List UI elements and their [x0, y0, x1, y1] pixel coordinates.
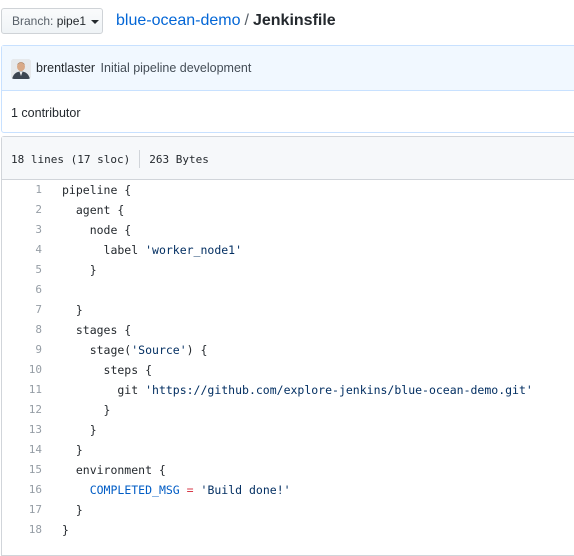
line-content: node { [62, 223, 132, 237]
code-line: 8 stages { [2, 320, 574, 340]
breadcrumb: blue-ocean-demo / Jenkinsfile [116, 10, 336, 32]
code-line: 13 } [2, 420, 574, 440]
file-info: 18 lines (17 sloc) 263 Bytes [11, 150, 209, 169]
line-number[interactable]: 1 [2, 180, 42, 200]
line-number[interactable]: 5 [2, 260, 42, 280]
file-size: 263 Bytes [149, 153, 209, 166]
code-line: 4 label 'worker_node1' [2, 240, 574, 260]
code-line: 14 } [2, 440, 574, 460]
code-line: 6 [2, 280, 574, 300]
code-blob: 1 pipeline {2 agent {3 node {4 label 'wor… [2, 180, 574, 540]
code-line: 7 } [2, 300, 574, 320]
contributors-row: 1 contributor [2, 91, 574, 134]
contributors-count[interactable]: 1 contributor [11, 105, 80, 121]
line-number[interactable]: 10 [2, 360, 42, 380]
file-viewer: 18 lines (17 sloc) 263 Bytes 1 pipeline { 2… [1, 136, 574, 556]
line-number[interactable]: 8 [2, 320, 42, 340]
code-line: 3 node { [2, 220, 574, 240]
line-number[interactable]: 3 [2, 220, 42, 240]
breadcrumb-separator: / [244, 12, 249, 29]
code-line: 17 } [2, 500, 574, 520]
commit-summary: brentlaster Initial pipeline development [36, 60, 251, 76]
line-content: environment { [62, 463, 166, 477]
commit-tease: brentlaster Initial pipeline development… [1, 45, 574, 133]
line-number[interactable]: 13 [2, 420, 42, 440]
code-line: 16 COMPLETED_MSG = 'Build done!' [2, 480, 574, 500]
code-line: 9 stage('Source') { [2, 340, 574, 360]
line-content: pipeline { [62, 183, 132, 197]
line-content: steps { [62, 363, 153, 377]
line-content: } [62, 523, 69, 537]
code-line: 2 agent { [2, 200, 574, 220]
code-line: 15 environment { [2, 460, 574, 480]
code-line: 18} [2, 520, 574, 540]
line-content: agent { [62, 203, 125, 217]
code-line: 10 steps { [2, 360, 574, 380]
line-content: stages { [62, 323, 132, 337]
line-number[interactable]: 4 [2, 240, 42, 260]
line-number[interactable]: 15 [2, 460, 42, 480]
line-content: } [62, 503, 83, 517]
line-content: } [62, 263, 97, 277]
code-line: 5 } [2, 260, 574, 280]
line-number[interactable]: 2 [2, 200, 42, 220]
code-line: 1 pipeline { [2, 180, 574, 200]
line-content: } [62, 423, 97, 437]
line-content: } [62, 443, 83, 457]
latest-commit: brentlaster Initial pipeline development [2, 46, 574, 91]
line-content: COMPLETED_MSG = 'Build done!' [89, 483, 291, 497]
line-content: git 'https://github.com/explore-jenkins/… [62, 383, 533, 397]
file-lines-info: 18 lines (17 sloc) [11, 153, 131, 166]
commit-author-link[interactable]: brentlaster [36, 61, 95, 75]
line-number[interactable]: 11 [2, 380, 42, 400]
line-number[interactable]: 12 [2, 400, 42, 420]
line-number[interactable]: 7 [2, 300, 42, 320]
line-content: } [62, 303, 83, 317]
branch-name: pipe1 [56, 14, 87, 28]
avatar[interactable] [11, 59, 31, 79]
line-content: label 'worker_node1' [62, 243, 243, 257]
line-number[interactable]: 17 [2, 500, 42, 520]
file-navigation: Branch: pipe1 blue-ocean-demo / Jenkinsfil… [0, 0, 574, 44]
code-line: 12 } [2, 400, 574, 420]
line-number[interactable]: 16 [2, 480, 42, 500]
line-number[interactable]: 6 [2, 280, 42, 300]
caret-down-icon [91, 19, 100, 24]
file-name: Jenkinsfile [252, 12, 336, 29]
branch-prefix: Branch: [12, 14, 54, 28]
branch-select-button[interactable]: Branch: pipe1 [1, 8, 103, 34]
line-number[interactable]: 14 [2, 440, 42, 460]
line-content: stage('Source') { [62, 343, 208, 357]
line-number[interactable]: 9 [2, 340, 42, 360]
line-content: } [62, 403, 111, 417]
repo-link[interactable]: blue-ocean-demo [116, 12, 241, 29]
line-number[interactable]: 18 [2, 520, 42, 540]
code-line: 11 git 'https://github.com/explore-jenki… [2, 380, 574, 400]
commit-message-link[interactable]: Initial pipeline development [101, 61, 252, 75]
file-header: 18 lines (17 sloc) 263 Bytes [2, 137, 574, 180]
file-info-divider [139, 150, 141, 168]
